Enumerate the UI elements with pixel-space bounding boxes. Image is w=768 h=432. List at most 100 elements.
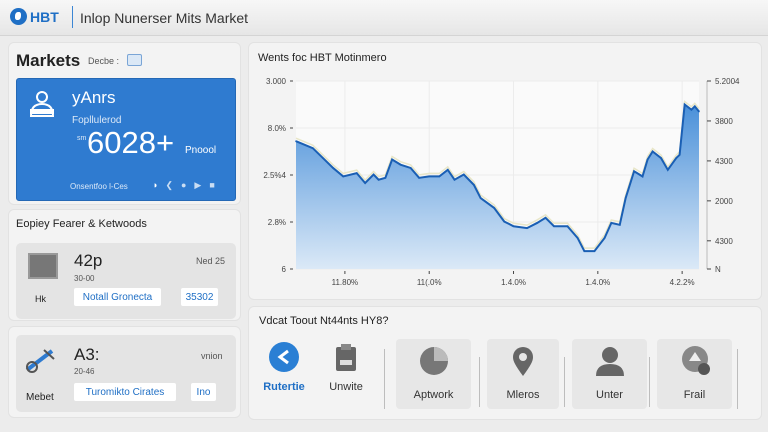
- value-suffix: Pnoool: [185, 145, 217, 156]
- y-tick-label: 8.0%: [268, 124, 286, 133]
- item-value: 42p: [74, 251, 103, 270]
- data-point: [678, 153, 681, 156]
- data-point: [453, 178, 456, 181]
- quick-item-frail[interactable]: Frail: [657, 339, 732, 409]
- y-tick-label: 2.5%4: [263, 171, 286, 180]
- logo[interactable]: HBT: [10, 8, 59, 25]
- film-icon: [28, 253, 58, 279]
- right-tick-label: 5.2004: [715, 77, 740, 86]
- data-point: [610, 222, 613, 224]
- quick-item-unter[interactable]: Unter: [572, 339, 647, 409]
- data-point: [553, 225, 555, 228]
- data-point: [438, 175, 441, 178]
- x-tick-label: 11.80%: [332, 278, 359, 287]
- data-point: [683, 103, 686, 106]
- logo-text: HBT: [30, 8, 59, 25]
- item-action-button[interactable]: Turomikto Cirates: [74, 383, 176, 401]
- calendar-icon[interactable]: [127, 54, 142, 66]
- settings-icon[interactable]: ●: [181, 180, 186, 191]
- item-action-button[interactable]: Notall Gronecta: [74, 288, 161, 306]
- data-point: [409, 167, 412, 169]
- x-tick-label: 1.4.0%: [585, 278, 610, 287]
- back-icon[interactable]: ❮: [165, 180, 173, 191]
- quick-actions-title: Vdcat Toout Nt44nts HY8?: [259, 315, 389, 327]
- data-point: [583, 250, 586, 252]
- featured-panel: Eopiey Fearer & Ketwoods 42p 30-00 Ned 2…: [8, 209, 241, 321]
- divider: [384, 349, 385, 409]
- data-point: [332, 167, 334, 169]
- featured-title: Eopiey Fearer & Ketwoods: [16, 218, 147, 230]
- data-point: [462, 173, 465, 176]
- featured-item[interactable]: 42p 30-00 Ned 25 Hk Notall Gronecta 3530…: [16, 243, 236, 319]
- data-point: [651, 150, 654, 153]
- data-point: [322, 157, 324, 159]
- quick-item-mleros[interactable]: Mleros: [487, 339, 559, 409]
- right-tick-label: 3800: [715, 117, 733, 126]
- data-point: [418, 177, 420, 179]
- data-point: [603, 237, 606, 239]
- data-point: [512, 225, 515, 228]
- data-point: [593, 250, 596, 252]
- item-value: A3:: [74, 345, 100, 364]
- refresh-icon[interactable]: ◑: [152, 180, 157, 191]
- investor-icon: [29, 91, 55, 117]
- logo-icon: [10, 8, 27, 25]
- data-point: [667, 169, 669, 171]
- quick-item-unwite[interactable]: Unwite: [321, 339, 371, 407]
- price-chart[interactable]: 6 2.8% 2.5%4 8.0% 3.000 11.80% 11(.0% 1.4.0% 1.4…: [249, 43, 763, 301]
- quick-item-label: Unter: [596, 389, 623, 401]
- item-tag-button[interactable]: 35302: [181, 288, 218, 306]
- quick-item-aptwork[interactable]: Aptwork: [396, 339, 471, 409]
- value-prefix: sm: [77, 135, 87, 142]
- data-point: [342, 175, 345, 178]
- compass-icon: [269, 342, 299, 372]
- market-name: yAnrs: [72, 88, 116, 107]
- right-tick-label: 4300: [715, 157, 733, 166]
- data-point: [372, 173, 375, 176]
- right-tick-label: 4300: [715, 237, 733, 246]
- market-value: 6028+: [87, 125, 175, 160]
- data-point: [660, 157, 662, 159]
- data-point: [675, 157, 678, 159]
- market-summary-card[interactable]: yAnrs Fopllulerod sm 6028+ Pnoool Onsent…: [16, 78, 236, 201]
- divider: [737, 349, 738, 409]
- data-point: [576, 237, 579, 239]
- item-date: Ned 25: [196, 256, 226, 266]
- map-pin-icon: [513, 347, 533, 376]
- lock-icon[interactable]: ■: [209, 180, 214, 191]
- app-header: HBT Inlop Nunerser Mits Market: [0, 0, 768, 36]
- data-point: [391, 158, 393, 161]
- data-point: [633, 170, 635, 173]
- play-icon[interactable]: ▶: [194, 180, 201, 191]
- data-point: [618, 224, 621, 226]
- quick-actions-panel: Vdcat Toout Nt44nts HY8? Rutertie Unwite…: [248, 306, 762, 420]
- data-point: [312, 147, 314, 150]
- item-sub: 20-46: [74, 367, 95, 376]
- data-point: [503, 220, 506, 223]
- data-point: [446, 169, 449, 171]
- quick-item-label: Aptwork: [413, 389, 454, 401]
- data-point: [646, 158, 649, 161]
- item-sub: 30-00: [74, 274, 95, 283]
- divider: [564, 357, 565, 407]
- data-point: [698, 110, 700, 113]
- data-point: [624, 197, 627, 199]
- item-tag-button[interactable]: Ino: [191, 383, 216, 401]
- quick-item-rutertie[interactable]: Rutertie: [259, 339, 309, 407]
- data-point: [428, 175, 431, 178]
- card-footer: Onsentfoo l-Ces: [70, 182, 128, 191]
- y-tick-label: 3.000: [266, 77, 287, 86]
- x-tick-label: 11(.0%: [417, 278, 442, 287]
- data-point: [566, 225, 569, 228]
- markets-title: Markets: [16, 51, 81, 70]
- quick-item-label: Frail: [683, 389, 706, 401]
- app-title: Inlop Nunerser Mits Market: [80, 10, 249, 26]
- markets-panel: Markets Decbe : yAnrs Fopllulerod sm 602…: [8, 42, 241, 205]
- data-point: [295, 140, 297, 142]
- y-tick-label: 2.8%: [268, 218, 286, 227]
- item-date: vnion: [201, 351, 223, 361]
- data-point: [384, 177, 387, 179]
- data-point: [364, 182, 366, 184]
- data-point: [693, 105, 696, 108]
- featured-item[interactable]: A3: 20-46 vnion Mebet Turomikto Cirates …: [16, 335, 236, 412]
